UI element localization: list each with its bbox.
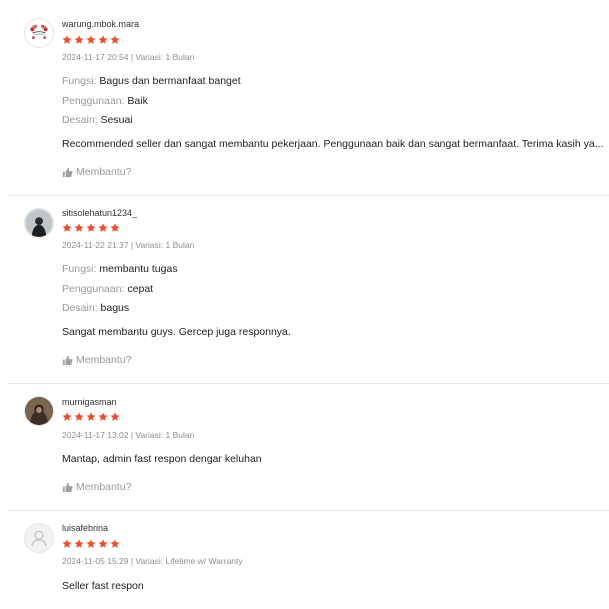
helpful-label: Membantu? (76, 481, 132, 493)
star-icon (62, 35, 72, 44)
review-item: murnigasman 2024-11-17 13:02 | Variasi: … (0, 384, 609, 510)
star-icon (86, 412, 96, 421)
thumbs-up-icon (62, 355, 73, 365)
star-icon (74, 539, 84, 548)
review-comment: Recommended seller dan sangat membantu p… (62, 138, 604, 150)
attribute-label: Desain: (62, 114, 101, 126)
attribute-value: Bagus dan bermanfaat banget (99, 75, 241, 87)
attribute-desain: Desain: Sesuai (62, 114, 133, 126)
attribute-penggunaan: Penggunaan: Baik (62, 95, 148, 107)
review-comment: Sangat membantu guys. Gercep juga respon… (62, 326, 291, 338)
default-user-avatar[interactable] (24, 523, 54, 553)
attribute-label: Fungsi: (62, 75, 100, 87)
star-icon (110, 35, 120, 44)
attribute-label: Penggunaan: (62, 283, 128, 295)
star-icon (74, 223, 84, 232)
star-rating (62, 539, 120, 551)
attribute-value: bagus (100, 302, 130, 314)
review-item: sitisolehatun1234_ 2024-11-22 21:37 | Va… (0, 196, 609, 383)
attribute-fungsi: Fungsi: Bagus dan bermanfaat banget (62, 75, 241, 87)
star-icon (74, 35, 84, 44)
review-item: warung.mbok.mara 2024-11-17 20:54 | Vari… (0, 0, 609, 195)
star-icon (86, 35, 96, 44)
attribute-value: cepat (127, 283, 154, 295)
reviewer-username[interactable]: murnigasman (62, 397, 117, 407)
user-photo-avatar[interactable] (24, 396, 54, 426)
attribute-label: Penggunaan: (62, 95, 128, 107)
thumbs-up-icon (62, 167, 73, 177)
star-icon (110, 539, 120, 548)
attribute-value: Baik (127, 95, 148, 107)
star-rating (62, 412, 120, 424)
thumbs-up-icon (62, 482, 73, 492)
reviewer-username[interactable]: warung.mbok.mara (62, 19, 139, 29)
reviewer-username[interactable]: sitisolehatun1234_ (62, 208, 137, 218)
star-icon (62, 539, 72, 548)
user-photo-avatar[interactable] (24, 208, 54, 238)
reviewer-username[interactable]: luisafebrina (62, 523, 108, 533)
star-icon (62, 412, 72, 421)
star-icon (98, 412, 108, 421)
helpful-button[interactable]: Membantu? (62, 481, 131, 493)
helpful-button[interactable]: Membantu? (62, 166, 131, 178)
attribute-label: Desain: (62, 302, 101, 314)
shop-logo-avatar[interactable] (24, 18, 54, 48)
attribute-value: Sesuai (100, 114, 133, 126)
attribute-desain: Desain: bagus (62, 302, 129, 314)
review-meta: 2024-11-22 21:37 | Variasi: 1 Bulan (62, 240, 195, 250)
star-icon (74, 412, 84, 421)
helpful-label: Membantu? (76, 166, 132, 178)
star-icon (62, 223, 72, 232)
attribute-penggunaan: Penggunaan: cepat (62, 283, 153, 295)
review-comment: Seller fast respon (62, 580, 144, 592)
review-meta: 2024-11-17 13:02 | Variasi: 1 Bulan (62, 430, 195, 440)
attribute-fungsi: Fungsi: membantu tugas (62, 263, 178, 275)
review-comment: Mantap, admin fast respon dengar keluhan (62, 453, 262, 465)
star-icon (110, 223, 120, 232)
helpful-button[interactable]: Membantu? (62, 354, 131, 366)
star-rating (62, 35, 120, 47)
star-icon (98, 539, 108, 548)
star-icon (86, 223, 96, 232)
attribute-label: Fungsi: (62, 263, 100, 275)
star-icon (98, 35, 108, 44)
helpful-label: Membantu? (76, 354, 132, 366)
attribute-value: membantu tugas (99, 263, 178, 275)
review-item: luisafebrina 2024-11-05 15:29 | Variasi:… (0, 511, 609, 609)
star-icon (86, 539, 96, 548)
review-meta: 2024-11-05 15:29 | Variasi: Lifetime w/ … (62, 556, 243, 566)
review-meta: 2024-11-17 20:54 | Variasi: 1 Bulan (62, 52, 195, 62)
star-icon (98, 223, 108, 232)
star-icon (110, 412, 120, 421)
star-rating (62, 223, 120, 235)
